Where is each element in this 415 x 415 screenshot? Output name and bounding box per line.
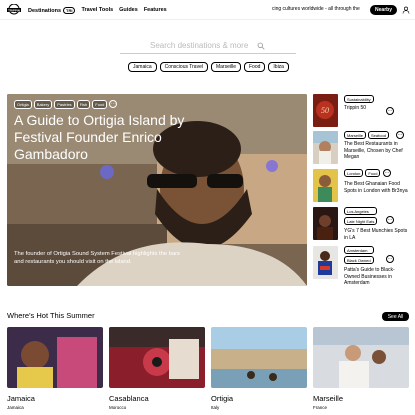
card-name[interactable]: Ortigia: [211, 394, 233, 403]
tag-los-angeles[interactable]: Los Angeles: [344, 207, 378, 215]
see-all-button[interactable]: See All: [382, 312, 409, 321]
tag-marseille[interactable]: Marseille: [344, 131, 367, 139]
sidebar-item-title[interactable]: Patta's Guide to Black-Owned Businesses …: [344, 267, 410, 287]
section-title: Where's Hot This Summer: [7, 311, 95, 320]
tag-amsterdam[interactable]: Amsterdam: [344, 246, 374, 254]
hero-tags: Ortigia Bakery Pastries Fish Food ···: [14, 100, 118, 109]
sidebar-item-title[interactable]: The Best Restaurants in Marseille, Chose…: [344, 141, 410, 161]
card-country: France: [313, 405, 328, 410]
tag-fish[interactable]: Fish: [76, 100, 91, 109]
sidebar-item-marseille[interactable]: Marseille Seafood ··· The Best Restauran…: [313, 131, 413, 167]
chip-jamaica[interactable]: Jamaica: [128, 62, 157, 72]
card-name[interactable]: Jamaica: [7, 394, 35, 403]
tag-bakery[interactable]: Bakery: [33, 100, 53, 109]
svg-text:50: 50: [321, 106, 329, 115]
tag-black-owned[interactable]: Black Owned: [344, 256, 374, 264]
trippin-logo[interactable]: TRIPPIN: [6, 4, 22, 16]
site-header: TRIPPIN Destinations TRI Travel Tools Gui…: [0, 0, 415, 20]
destination-card-ortigia[interactable]: Ortigia Italy: [211, 327, 307, 410]
destination-card-casablanca[interactable]: Casablanca Morocco: [109, 327, 205, 410]
amsterdam-thumbnail: [313, 246, 338, 279]
card-name[interactable]: Casablanca: [109, 394, 149, 403]
nav-destinations[interactable]: Destinations TRI: [28, 6, 76, 14]
chip-ibiza[interactable]: Ibiza: [268, 62, 289, 72]
hero-description: The founder of Ortigia Sound System Fest…: [14, 251, 180, 265]
sidebar-tags: Sustainability: [344, 95, 374, 103]
tag-food[interactable]: Food: [92, 100, 108, 109]
nav-badge: TRI: [63, 6, 76, 14]
sidebar-tags: Los Angeles Late Night Eats: [344, 207, 378, 225]
news-ticker: cing cultures worldwide - all through th…: [272, 6, 360, 12]
tag-london[interactable]: London: [344, 169, 364, 177]
casablanca-image: [109, 327, 205, 388]
sidebar-item-trippin-50[interactable]: 50 Sustainability ··· Trippin 50: [313, 94, 413, 129]
tag-sustainability[interactable]: Sustainability: [344, 95, 374, 103]
sidebar-item-los-angeles[interactable]: Los Angeles Late Night Eats ··· YG's 7 B…: [313, 207, 413, 243]
tag-seafood[interactable]: Seafood: [368, 131, 389, 139]
chip-conscious-travel[interactable]: Conscious Travel: [159, 62, 208, 72]
destination-card-marseille[interactable]: Marseille France: [313, 327, 409, 410]
main-nav: Destinations TRI Travel Tools Guides Feat…: [28, 0, 167, 20]
sidebar-tags: Marseille Seafood: [344, 131, 389, 139]
hero-title[interactable]: A Guide to Ortigia Island by Festival Fo…: [14, 112, 224, 163]
search-icon[interactable]: [257, 42, 265, 50]
chip-marseille[interactable]: Marseille: [210, 62, 241, 72]
marseille-image: [313, 327, 409, 388]
search-input[interactable]: Search destinations & more: [150, 41, 248, 50]
sidebar-tags: Amsterdam Black Owned: [344, 246, 374, 264]
sidebar-tags: London Food: [344, 169, 381, 177]
tag-ortigia[interactable]: Ortigia: [14, 100, 32, 109]
card-country: Jamaica: [7, 405, 24, 410]
nav-travel-tools[interactable]: Travel Tools: [81, 7, 113, 13]
sidebar-item-london[interactable]: London Food ··· The Best Ghanaian Food S…: [313, 169, 413, 205]
sidebar-item-title[interactable]: Trippin 50: [344, 105, 410, 112]
tag-food[interactable]: Food: [365, 169, 381, 177]
svg-text:TRIPPIN: TRIPPIN: [8, 8, 20, 12]
los-angeles-thumbnail: [313, 207, 338, 240]
sidebar-item-title[interactable]: YG's 7 Best Munchies Spots in LA: [344, 228, 410, 241]
more-options-icon[interactable]: ···: [396, 131, 404, 139]
more-options-icon[interactable]: ···: [386, 255, 394, 263]
tag-pastries[interactable]: Pastries: [54, 100, 75, 109]
london-thumbnail: [313, 169, 338, 202]
tag-late-night-eats[interactable]: Late Night Eats: [344, 217, 378, 225]
user-icon[interactable]: [402, 6, 410, 14]
card-country: Italy: [211, 405, 220, 410]
ortigia-image: [211, 327, 307, 388]
nav-guides[interactable]: Guides: [119, 7, 138, 13]
sidebar-item-title[interactable]: The Best Ghanaian Food Spots in London w…: [344, 181, 410, 194]
chip-food[interactable]: Food: [244, 62, 266, 72]
trippin-50-thumbnail: 50: [313, 94, 338, 127]
more-options-icon[interactable]: ···: [109, 100, 118, 108]
more-options-icon[interactable]: ···: [386, 216, 394, 224]
sidebar-item-amsterdam[interactable]: Amsterdam Black Owned ··· Patta's Guide …: [313, 246, 413, 286]
hero-feature[interactable]: Ortigia Bakery Pastries Fish Food ··· A …: [7, 94, 307, 286]
card-name[interactable]: Marseille: [313, 394, 343, 403]
quick-filter-chips: Jamaica Conscious Travel Marseille Food …: [128, 62, 289, 72]
search-bar[interactable]: Search destinations & more: [120, 38, 296, 54]
destination-card-jamaica[interactable]: Jamaica Jamaica: [7, 327, 103, 410]
nav-features[interactable]: Features: [144, 7, 167, 13]
more-options-icon[interactable]: ···: [383, 169, 391, 177]
marseille-thumbnail: [313, 131, 338, 164]
jamaica-image: [7, 327, 103, 388]
nearby-button[interactable]: Nearby: [370, 5, 397, 15]
card-country: Morocco: [109, 405, 127, 410]
